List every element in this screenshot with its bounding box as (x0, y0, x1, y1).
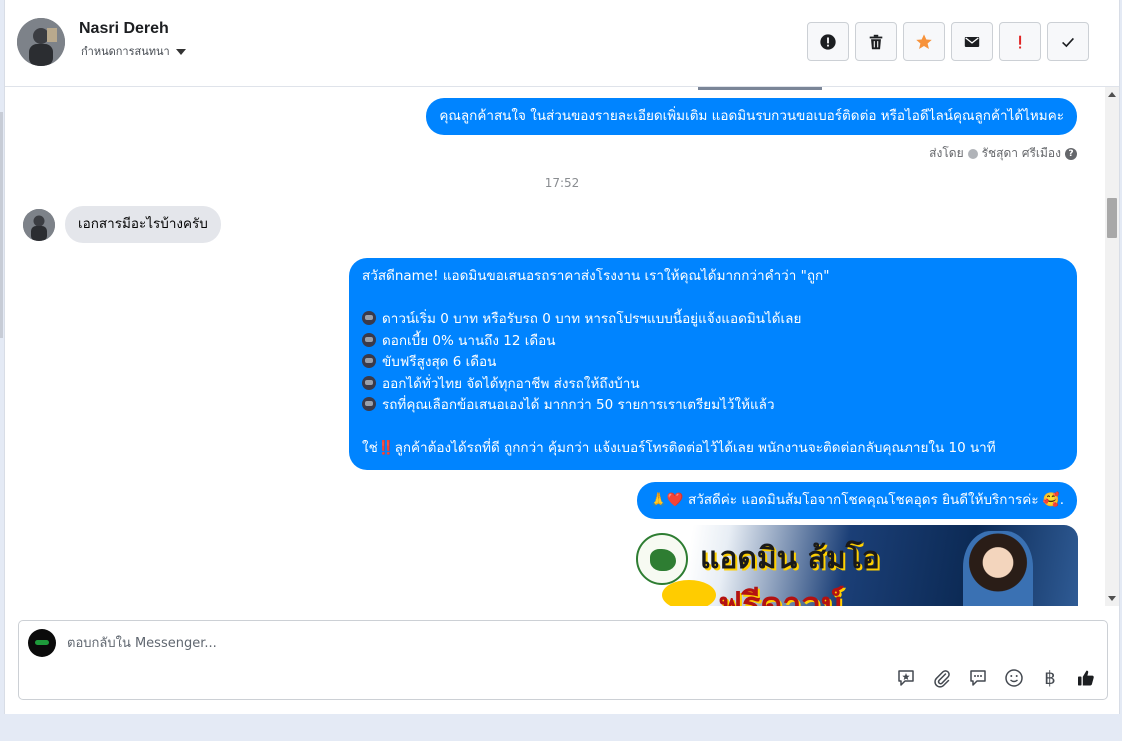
image-person (963, 531, 1033, 606)
thread-scrollbar[interactable] (1105, 87, 1119, 606)
page-bottom-strip (0, 714, 1122, 741)
exclamation-icon (1019, 35, 1022, 48)
promo-closing: ใช่‼️ลูกค้าต้องได้รถที่ดี ถูกกว่า คุ้มกว… (362, 440, 996, 456)
contact-name[interactable]: Nasri Dereh (79, 20, 169, 38)
mail-button[interactable] (951, 22, 993, 61)
message-outgoing-promo[interactable]: สวัสดีname! แอดมินขอเสนอรถราคาส่งโรงงาน … (349, 258, 1077, 470)
left-edge-marker (0, 112, 3, 338)
pray-emoji: 🙏 (650, 492, 667, 508)
caret-down-icon (175, 48, 186, 55)
star-icon (916, 33, 932, 49)
messenger-panel: Nasri Dereh กำหนดการสนทนา คุณลูกค้าสนใจ … (4, 0, 1120, 714)
time-separator: 17:52 (544, 176, 580, 190)
agent-status-icon (967, 148, 978, 159)
spam-button[interactable] (999, 22, 1041, 61)
contact-avatar[interactable] (17, 18, 65, 66)
promo-bullet: ดาวน์เริ่ม 0 บาท หรือรับรถ 0 บาท หารถโปร… (362, 309, 1065, 331)
image-subtitle: ฟรีดาวน์ (718, 585, 844, 606)
double-exclamation-icon: ‼️ (377, 440, 395, 456)
promo-bullet: ดอกเบี้ย 0% นานถึง 12 เดือน (362, 331, 1065, 353)
conversation-header: Nasri Dereh กำหนดการสนทนา (5, 0, 1119, 87)
dealer-logo (636, 533, 688, 585)
sent-by-name: รัชสุดา ศรีเมือง (981, 146, 1061, 160)
conversation-status-dropdown[interactable]: กำหนดการสนทนา (81, 42, 186, 60)
car-emoji-icon (362, 311, 376, 325)
reply-input[interactable] (67, 633, 767, 653)
thumbs-up-icon (1078, 670, 1094, 686)
scroll-thumb[interactable] (1107, 198, 1117, 238)
saved-reply-icon (898, 670, 914, 686)
image-attachment[interactable]: แอดมิน ส้มโอ ฟรีดาวน์ (628, 525, 1078, 606)
sent-by-label: ส่งโดย (929, 146, 964, 160)
contact-avatar-small (23, 208, 55, 241)
promo-bullet: ออกได้ทั่วไทย จัดได้ทุกอาชีพ ส่งรถให้ถึง… (362, 374, 1065, 396)
car-emoji-icon (362, 397, 376, 411)
scroll-down-arrow-icon[interactable] (1108, 596, 1116, 601)
conversation-status-label: กำหนดการสนทนา (81, 45, 170, 58)
smiling-hearts-emoji: 🥰 (1042, 492, 1060, 508)
promo-bullet: ขับฟรีสูงสุด 6 เดือน (362, 352, 1065, 374)
heart-emoji: ❤️ (666, 492, 684, 508)
car-emoji-icon (362, 354, 376, 368)
message-thread[interactable]: คุณลูกค้าสนใจ ในส่วนของรายละเอียดเพิ่มเต… (5, 87, 1105, 606)
message-outgoing-greeting[interactable]: 🙏❤️ สวัสดีค่ะ แอดมินส้มโอจากโชคคุณโชคอุด… (637, 482, 1077, 519)
chat-bubble-icon (970, 670, 986, 686)
help-icon[interactable]: ? (1065, 147, 1077, 160)
delete-button[interactable] (855, 22, 897, 61)
message-incoming-row: เอกสารมีอะไรบ้างครับ (23, 206, 221, 243)
scroll-up-arrow-icon[interactable] (1108, 92, 1116, 97)
done-button[interactable] (1047, 22, 1089, 61)
baht-icon: ฿ (1044, 667, 1056, 689)
attach-button[interactable] (931, 667, 953, 689)
paperclip-icon (934, 670, 950, 688)
alert-circle-icon (820, 33, 836, 50)
message-incoming[interactable]: เอกสารมีอะไรบ้างครับ (65, 206, 221, 243)
envelope-icon (964, 36, 980, 47)
page-avatar (28, 629, 56, 657)
image-title: แอดมิน ส้มโอ (700, 541, 880, 576)
quick-reply-button[interactable] (967, 667, 989, 689)
emoji-button[interactable] (1003, 667, 1025, 689)
report-button[interactable] (807, 22, 849, 61)
emoji-icon (1005, 669, 1023, 687)
message-composer: ฿ (18, 620, 1108, 700)
car-emoji-icon (362, 332, 376, 347)
composer-tools: ฿ (895, 667, 1097, 689)
header-actions (807, 22, 1089, 61)
promo-bullet: รถที่คุณเลือกข้อเสนอเองได้ มากกว่า 50 รา… (362, 395, 1065, 417)
payment-button[interactable]: ฿ (1039, 667, 1061, 689)
previous-image-edge (698, 87, 822, 90)
like-button[interactable] (1075, 667, 1097, 689)
trash-icon (869, 34, 883, 49)
saved-reply-button[interactable] (895, 667, 917, 689)
sent-by-info: ส่งโดย รัชสุดา ศรีเมือง ? (929, 144, 1077, 163)
message-outgoing[interactable]: คุณลูกค้าสนใจ ในส่วนของรายละเอียดเพิ่มเต… (426, 98, 1077, 135)
star-button[interactable] (903, 22, 945, 61)
image-badge (662, 580, 716, 606)
check-icon (1062, 37, 1074, 47)
car-emoji-icon (362, 375, 376, 390)
promo-intro: สวัสดีname! แอดมินขอเสนอรถราคาส่งโรงงาน … (362, 268, 830, 284)
